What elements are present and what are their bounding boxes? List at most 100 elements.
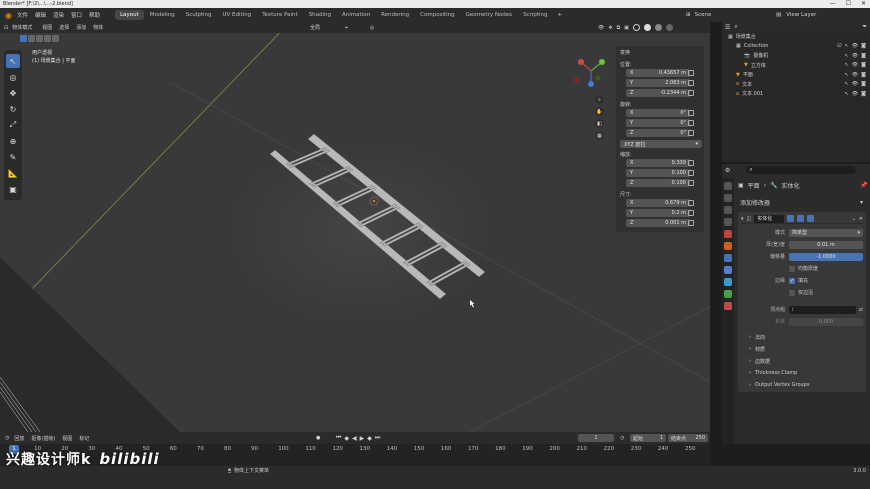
snap-icon[interactable]: ⌖ (345, 25, 348, 31)
select-arrow-icon[interactable]: ↖ (845, 62, 849, 68)
lock-icon[interactable] (688, 200, 694, 206)
rotation-y-field[interactable]: Y 0° (626, 119, 690, 127)
workspace-tab[interactable]: Animation (337, 10, 375, 20)
jump-start-icon[interactable]: ⏮ (336, 434, 341, 442)
eye-icon[interactable]: 👁 (852, 43, 858, 49)
offset-field[interactable]: -1.0000 (789, 252, 863, 261)
collapse-chevron-icon[interactable]: ▾ (741, 216, 744, 222)
cursor-tool-icon[interactable]: ◎ (6, 70, 20, 84)
scene-selector[interactable]: ⊞ Scene (686, 12, 711, 18)
eye-icon[interactable]: 👁 (852, 81, 858, 87)
pan-hand-icon[interactable]: ✋ (595, 107, 604, 116)
vertex-group-field[interactable]: ⁞ (789, 305, 856, 314)
move-tool-icon[interactable]: ✥ (6, 86, 20, 100)
camera-render-icon[interactable]: ◙ (861, 53, 866, 59)
timeline-menu-item[interactable]: 标记 (79, 435, 89, 442)
tool-tab-icon[interactable] (724, 182, 732, 190)
properties-editor-icon[interactable]: ⚙ (725, 167, 730, 174)
start-frame-field[interactable]: 起始 1 (630, 434, 666, 442)
subpanel-header[interactable]: › Thickness Clamp (741, 367, 863, 379)
world-tab-icon[interactable] (724, 242, 732, 250)
mode-dropdown[interactable]: 简单型 ▾ (789, 228, 863, 237)
timeline-menu-item[interactable]: 回放 (14, 435, 24, 442)
ortho-grid-icon[interactable]: ▦ (595, 131, 604, 140)
solid-shading-icon[interactable] (643, 24, 651, 31)
workspace-tab[interactable]: Compositing (415, 10, 459, 20)
outliner-editor-icon[interactable]: ☰ (725, 24, 730, 31)
menu-item[interactable]: 渲染 (53, 11, 64, 19)
workspace-tab[interactable]: Sculpting (181, 10, 217, 20)
material-shading-icon[interactable] (654, 24, 662, 31)
render-toggle-icon[interactable] (807, 215, 815, 222)
menu-item[interactable]: 帮助 (89, 11, 100, 19)
camera-render-icon[interactable]: ◙ (861, 43, 866, 49)
lock-icon[interactable] (688, 90, 694, 96)
play-icon[interactable]: ▶ (360, 435, 365, 442)
material-tab-icon[interactable] (724, 302, 732, 310)
workspace-tab[interactable]: Layout (115, 10, 144, 20)
x-axis-icon[interactable] (578, 59, 584, 65)
neg-y-axis-icon[interactable] (595, 75, 601, 81)
physics-tab-icon[interactable] (724, 278, 732, 286)
rotation-mode-dropdown[interactable]: XYZ 欧拉 ▾ (620, 140, 702, 148)
camera-render-icon[interactable]: ◙ (861, 72, 866, 78)
camera-render-icon[interactable]: ◙ (861, 91, 866, 97)
lock-icon[interactable] (688, 70, 694, 76)
workspace-tab[interactable]: Texture Paint (257, 10, 303, 20)
select-tool-icon[interactable]: ↖ (6, 54, 20, 68)
dimensions-y-field[interactable]: Y 0.2 m (626, 209, 690, 217)
viewport-menu-item[interactable]: 物体 (93, 24, 103, 31)
dimensions-z-field[interactable]: Z 0.001 m (626, 219, 690, 227)
render-tab-icon[interactable] (724, 194, 732, 202)
eye-icon[interactable]: 👁 (852, 53, 858, 59)
navigation-gizmo[interactable] (572, 52, 610, 90)
edit-mode-toggle-icon[interactable] (787, 215, 795, 222)
thickness-field[interactable]: 0.01 m (789, 240, 863, 249)
subpanel-header[interactable]: › 边数据 (741, 355, 863, 367)
dimensions-x-field[interactable]: X 0.679 m (626, 199, 690, 207)
lock-icon[interactable] (688, 220, 694, 226)
mode-dropdown[interactable]: 物体模式 (12, 24, 32, 31)
timeline-editor-icon[interactable]: ◷ (5, 435, 9, 441)
prev-key-icon[interactable]: ◆ (344, 435, 349, 442)
lock-icon[interactable] (688, 120, 694, 126)
xray-icon[interactable]: ▣ (624, 25, 629, 31)
rotation-x-field[interactable]: X 0° (626, 109, 690, 117)
close-button[interactable]: ✕ (861, 0, 866, 7)
workspace-tab[interactable]: Modeling (145, 10, 180, 20)
outliner-item[interactable]: a 文本 ↖ 👁 ◙ (722, 80, 870, 90)
outliner-item[interactable]: 📷 摄像机 ↖ 👁 ◙ (722, 51, 870, 61)
wireframe-shading-icon[interactable] (632, 24, 640, 31)
camera-render-icon[interactable]: ◙ (861, 81, 866, 87)
add-modifier-dropdown[interactable]: 添加修改器 ▾ (740, 198, 863, 207)
subpanel-header[interactable]: › 法向 (741, 331, 863, 343)
outliner-item[interactable]: ▼ 平面 ↖ 👁 ◙ (722, 70, 870, 80)
eye-icon[interactable]: 👁 (852, 62, 858, 68)
jump-end-icon[interactable]: ⏭ (375, 434, 380, 442)
outliner-search-icon[interactable]: ⌕ (734, 23, 737, 31)
minimize-button[interactable]: — (830, 0, 836, 7)
record-icon[interactable]: ● (316, 435, 320, 441)
factor-field[interactable]: 0.000 (789, 317, 863, 326)
properties-search-input[interactable]: ⌕ (746, 166, 857, 174)
workspace-tab[interactable]: Geometry Nodes (461, 10, 517, 20)
select-arrow-icon[interactable]: ↖ (845, 81, 849, 87)
outliner-item[interactable]: ▼ 立方体 ↖ 👁 ◙ (722, 61, 870, 71)
z-axis-icon[interactable] (588, 81, 594, 87)
overlay-icon[interactable]: ⧉ (617, 25, 621, 31)
select-box-icon[interactable] (20, 34, 27, 42)
dropdown-menu-icon[interactable]: ⌄ (852, 216, 856, 222)
scale-z-field[interactable]: Z 0.100 (626, 179, 690, 187)
pin-icon[interactable]: 📌 (860, 182, 867, 189)
camera-render-icon[interactable]: ◙ (861, 62, 866, 68)
play-reverse-icon[interactable]: ◀ (352, 435, 357, 442)
camera-view-icon[interactable]: ◧ (595, 119, 604, 128)
invert-vgroup-icon[interactable]: ⇄ (859, 307, 863, 313)
location-y-field[interactable]: Y 2.083 m (626, 79, 690, 87)
particles-tab-icon[interactable] (724, 266, 732, 274)
timeline-menu-item[interactable]: 抠像(插帧) (31, 435, 55, 442)
lock-icon[interactable] (688, 110, 694, 116)
zoom-icon[interactable]: ⌕ (595, 95, 604, 104)
end-frame-field[interactable]: 结束点 250 (668, 434, 708, 442)
gizmo-icon[interactable]: ✥ (608, 25, 612, 31)
